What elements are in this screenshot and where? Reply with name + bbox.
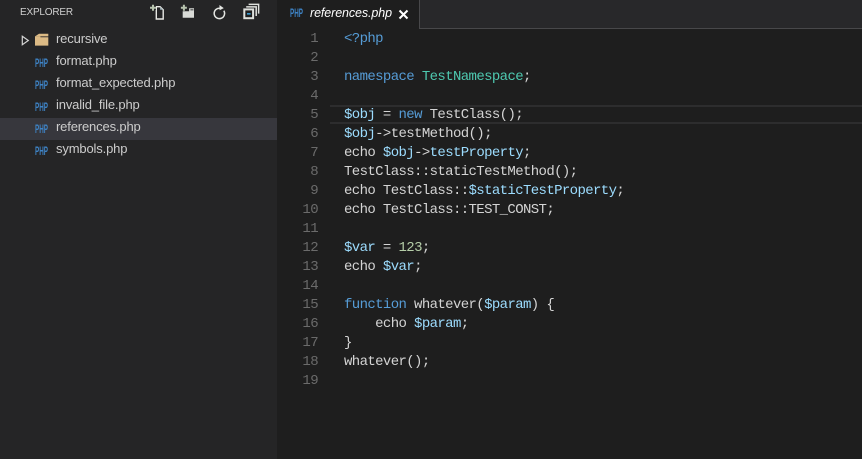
svg-text:PHP: PHP — [35, 79, 48, 91]
svg-text:PHP: PHP — [35, 57, 48, 69]
svg-text:PHP: PHP — [35, 123, 48, 135]
svg-text:PHP: PHP — [35, 145, 48, 157]
svg-text:PHP: PHP — [290, 7, 303, 19]
svg-text:PHP: PHP — [35, 101, 48, 113]
